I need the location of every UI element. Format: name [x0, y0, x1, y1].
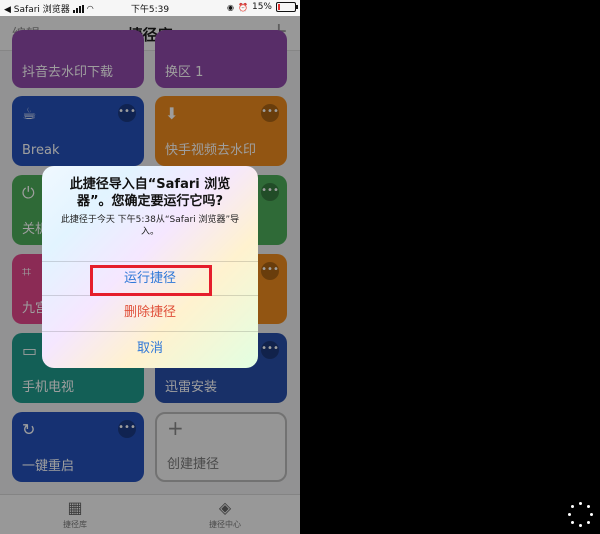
alert-title: 此捷径导入自“Safari 浏览器”。您确定要运行它吗? [69, 177, 231, 209]
alarm-icon: ⏰ [238, 2, 248, 12]
battery-icon [276, 2, 298, 12]
battery-fill [278, 4, 280, 10]
cancel-button[interactable]: 取消 [42, 331, 258, 366]
alert-message: 此捷径于今天 下午5:38从“Safari 浏览器”导入。 [60, 215, 240, 237]
status-bar: ◀ Safari 浏览器 ◠ 下午5:39 ◉ ⏰ 15% [0, 0, 300, 16]
annotation-highlight-box [90, 265, 212, 296]
phone-screen: ◀ Safari 浏览器 ◠ 下午5:39 ◉ ⏰ 15% 编辑 捷径库 + 抖… [0, 0, 300, 534]
battery-percent: 15% [251, 2, 272, 12]
spinner-icon [568, 502, 594, 528]
lock-rotation-icon: ◉ [227, 2, 235, 12]
delete-shortcut-button[interactable]: 删除捷径 [42, 295, 258, 330]
